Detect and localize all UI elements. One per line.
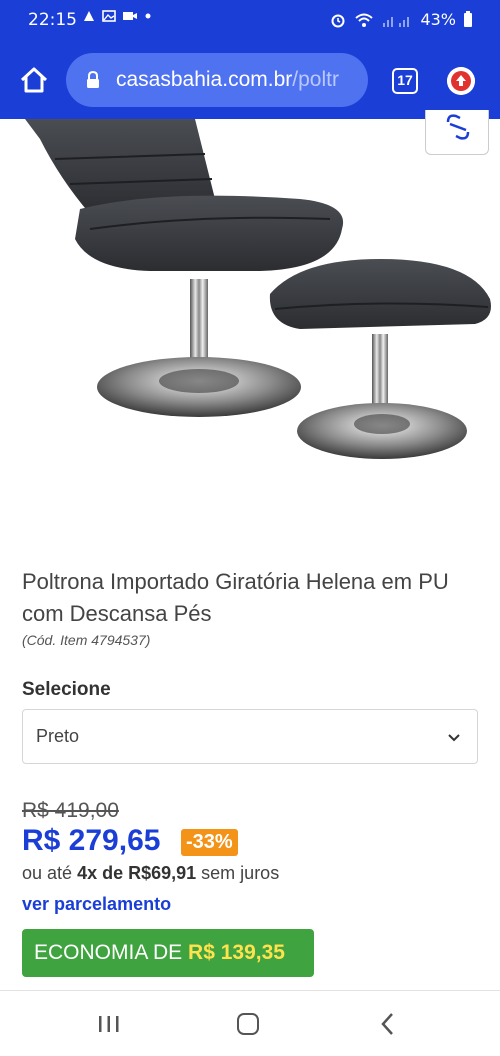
url-host: casasbahia.com.br: [116, 68, 293, 91]
installment-suffix: sem juros: [201, 863, 280, 883]
notification-icons: [82, 9, 152, 23]
home-icon[interactable]: [18, 64, 50, 96]
status-bar: 22:15 43%: [0, 0, 500, 40]
chevron-down-icon: [448, 734, 460, 742]
variant-select-value: Preto: [36, 726, 80, 746]
update-icon[interactable]: [447, 67, 475, 95]
battery-icon: [464, 10, 472, 27]
video-icon: [123, 12, 137, 20]
share-button[interactable]: [425, 110, 489, 155]
product-image[interactable]: [0, 119, 500, 539]
alarm-icon: [331, 14, 345, 27]
share-icon: [446, 114, 470, 140]
status-right: 43%: [330, 10, 472, 29]
installment-link[interactable]: ver parcelamento: [22, 894, 171, 915]
discount-badge: -33%: [181, 829, 238, 856]
signal-icon: [383, 16, 410, 27]
gallery-icon: [102, 10, 116, 22]
url-path: /poltr: [292, 68, 339, 91]
android-nav-bar: [0, 991, 500, 1056]
lock-icon: [87, 71, 99, 88]
tabs-icon[interactable]: 17: [392, 68, 418, 94]
wifi-icon: [355, 13, 374, 27]
variant-select[interactable]: Preto: [22, 709, 478, 764]
economia-amount: R$ 139,35: [188, 941, 285, 964]
installment-info: ou até 4x de R$69,91 sem juros: [22, 863, 279, 884]
installment-prefix: ou até: [22, 863, 73, 883]
status-time: 22:15: [28, 10, 77, 30]
current-price: R$ 279,65: [22, 824, 161, 857]
product-title: Poltrona Importado Giratória Helena em P…: [22, 569, 449, 626]
variant-select-label: Selecione: [22, 679, 111, 700]
url-text: casasbahia.com.br/poltr: [116, 68, 361, 92]
product-code: (Cód. Item 4794537): [22, 632, 151, 648]
battery-percent: 43%: [420, 10, 456, 29]
installment-count: 4x de R$69,91: [77, 863, 197, 883]
nav-home-icon[interactable]: [237, 1013, 259, 1035]
browser-header: 22:15 43% casasbahia.com.br/poltr 17: [0, 0, 500, 119]
economia-label: ECONOMIA DE: [34, 941, 183, 964]
old-price: R$ 419,00: [22, 799, 119, 822]
economia-banner: ECONOMIA DE R$ 139,35: [22, 929, 314, 977]
url-bar[interactable]: casasbahia.com.br/poltr: [66, 53, 368, 107]
dot-icon: [145, 13, 151, 19]
notification-icon: [84, 11, 94, 21]
nav-back-icon[interactable]: [378, 1012, 398, 1036]
recent-apps-icon[interactable]: [98, 1015, 120, 1033]
